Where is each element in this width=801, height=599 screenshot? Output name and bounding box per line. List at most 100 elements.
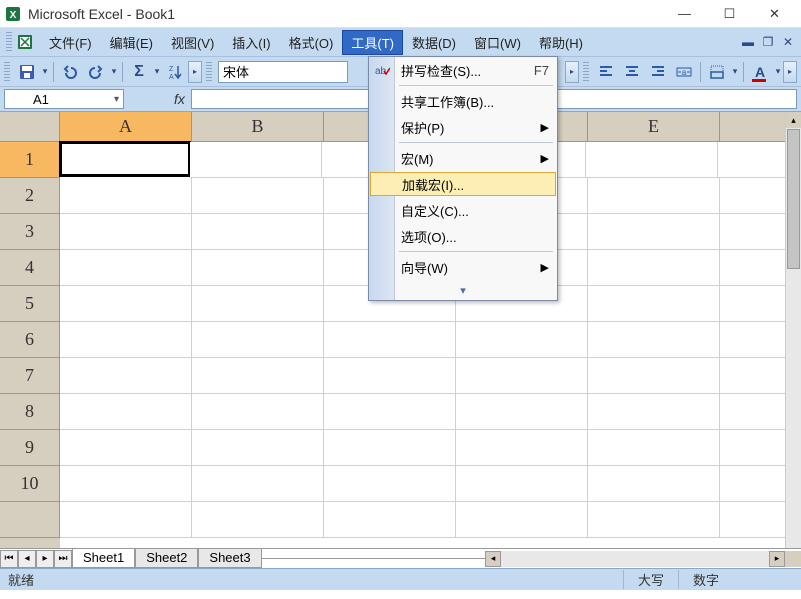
save-dropdown[interactable]: ▾ xyxy=(40,66,50,77)
cell[interactable] xyxy=(60,502,192,538)
toolbar-grip[interactable] xyxy=(4,62,10,82)
toolbar-grip[interactable] xyxy=(583,62,589,82)
align-right-button[interactable] xyxy=(646,60,670,84)
menu-tools[interactable]: 工具(T) xyxy=(342,30,403,55)
scroll-thumb[interactable] xyxy=(787,129,800,269)
cell[interactable] xyxy=(324,358,456,394)
fx-icon[interactable]: fx xyxy=(174,91,185,107)
mdi-close-button[interactable]: ✕ xyxy=(781,35,795,49)
font-color-button[interactable]: A xyxy=(748,60,772,84)
cell[interactable] xyxy=(324,466,456,502)
menu-format[interactable]: 格式(O) xyxy=(280,30,343,55)
cell[interactable] xyxy=(456,430,588,466)
sheet-tab-1[interactable]: Sheet1 xyxy=(72,549,135,568)
cell[interactable] xyxy=(588,286,720,322)
cell[interactable] xyxy=(192,322,324,358)
tab-nav-first[interactable]: ⏮ xyxy=(0,550,18,568)
row-header-partial[interactable] xyxy=(0,502,60,538)
cell[interactable] xyxy=(456,394,588,430)
cell[interactable] xyxy=(324,394,456,430)
col-header-a[interactable]: A xyxy=(60,112,192,142)
cell[interactable] xyxy=(60,214,192,250)
save-button[interactable] xyxy=(15,60,39,84)
font-color-dropdown[interactable]: ▾ xyxy=(773,66,783,77)
cell[interactable] xyxy=(192,430,324,466)
row-header-6[interactable]: 6 xyxy=(0,322,60,358)
row-header-10[interactable]: 10 xyxy=(0,466,60,502)
cell[interactable] xyxy=(588,502,720,538)
cell[interactable] xyxy=(588,430,720,466)
menu-item-customize[interactable]: 自定义(C)... xyxy=(369,197,557,223)
cell[interactable] xyxy=(60,394,192,430)
row-header-3[interactable]: 3 xyxy=(0,214,60,250)
row-header-7[interactable]: 7 xyxy=(0,358,60,394)
menu-item-protection[interactable]: 保护(P)▶ xyxy=(369,114,557,140)
menu-file[interactable]: 文件(F) xyxy=(40,30,101,55)
font-overflow[interactable]: ▸ xyxy=(565,61,579,83)
row-header-2[interactable]: 2 xyxy=(0,178,60,214)
cell[interactable] xyxy=(60,178,192,214)
cell[interactable] xyxy=(60,430,192,466)
cell[interactable] xyxy=(588,250,720,286)
redo-dropdown[interactable]: ▾ xyxy=(109,66,119,77)
cell[interactable] xyxy=(456,358,588,394)
select-all-corner[interactable] xyxy=(0,112,60,142)
col-header-e[interactable]: E xyxy=(588,112,720,142)
name-box[interactable]: A1 xyxy=(4,89,124,109)
menu-item-spelling[interactable]: ab 拼写检查(S)... F7 xyxy=(369,57,557,83)
cell[interactable] xyxy=(456,502,588,538)
menu-item-share-workbook[interactable]: 共享工作簿(B)... xyxy=(369,88,557,114)
cell[interactable] xyxy=(60,358,192,394)
toolbar-grip[interactable] xyxy=(206,62,212,82)
mdi-minimize-button[interactable]: ▬ xyxy=(741,35,755,49)
menu-item-options[interactable]: 选项(O)... xyxy=(369,223,557,249)
menu-window[interactable]: 窗口(W) xyxy=(465,30,530,55)
merge-center-button[interactable]: a xyxy=(672,60,696,84)
cell[interactable] xyxy=(324,430,456,466)
autosum-button[interactable]: Σ xyxy=(127,60,151,84)
borders-dropdown[interactable]: ▾ xyxy=(730,66,740,77)
menu-help[interactable]: 帮助(H) xyxy=(530,30,592,55)
cell[interactable] xyxy=(192,286,324,322)
cell[interactable] xyxy=(192,358,324,394)
menu-item-addins[interactable]: 加载宏(I)... xyxy=(370,172,556,196)
menu-item-macro[interactable]: 宏(M)▶ xyxy=(369,145,557,171)
redo-button[interactable] xyxy=(84,60,108,84)
menu-view[interactable]: 视图(V) xyxy=(162,30,223,55)
row-header-4[interactable]: 4 xyxy=(0,250,60,286)
scroll-left-button[interactable]: ◂ xyxy=(485,551,501,567)
cell[interactable] xyxy=(588,466,720,502)
cell[interactable] xyxy=(588,178,720,214)
row-header-1[interactable]: 1 xyxy=(0,142,60,178)
cell[interactable] xyxy=(192,214,324,250)
menu-insert[interactable]: 插入(I) xyxy=(223,30,279,55)
horizontal-scrollbar[interactable]: ◂ ▸ xyxy=(485,551,785,567)
cell[interactable] xyxy=(192,502,324,538)
cell[interactable] xyxy=(190,142,322,178)
cell[interactable] xyxy=(60,322,192,358)
mdi-restore-button[interactable]: ❐ xyxy=(761,35,775,49)
cell[interactable] xyxy=(588,214,720,250)
sheet-tab-3[interactable]: Sheet3 xyxy=(198,549,261,568)
cell[interactable] xyxy=(192,178,324,214)
cell[interactable] xyxy=(324,502,456,538)
minimize-button[interactable]: — xyxy=(662,0,707,28)
cell[interactable] xyxy=(60,466,192,502)
autosum-dropdown[interactable]: ▾ xyxy=(152,66,162,77)
toolbar-overflow[interactable]: ▸ xyxy=(188,61,202,83)
col-header-b[interactable]: B xyxy=(192,112,324,142)
borders-button[interactable] xyxy=(705,60,729,84)
row-header-5[interactable]: 5 xyxy=(0,286,60,322)
menu-item-wizard[interactable]: 向导(W)▶ xyxy=(369,254,557,280)
tab-nav-next[interactable]: ▸ xyxy=(36,550,54,568)
align-center-button[interactable] xyxy=(620,60,644,84)
cell[interactable] xyxy=(456,466,588,502)
cell[interactable] xyxy=(588,322,720,358)
sort-button[interactable]: ZA xyxy=(163,60,187,84)
document-icon[interactable] xyxy=(16,33,34,51)
row-header-8[interactable]: 8 xyxy=(0,394,60,430)
cell[interactable] xyxy=(324,322,456,358)
align-left-button[interactable] xyxy=(594,60,618,84)
scroll-right-button[interactable]: ▸ xyxy=(769,551,785,567)
cell[interactable] xyxy=(192,394,324,430)
